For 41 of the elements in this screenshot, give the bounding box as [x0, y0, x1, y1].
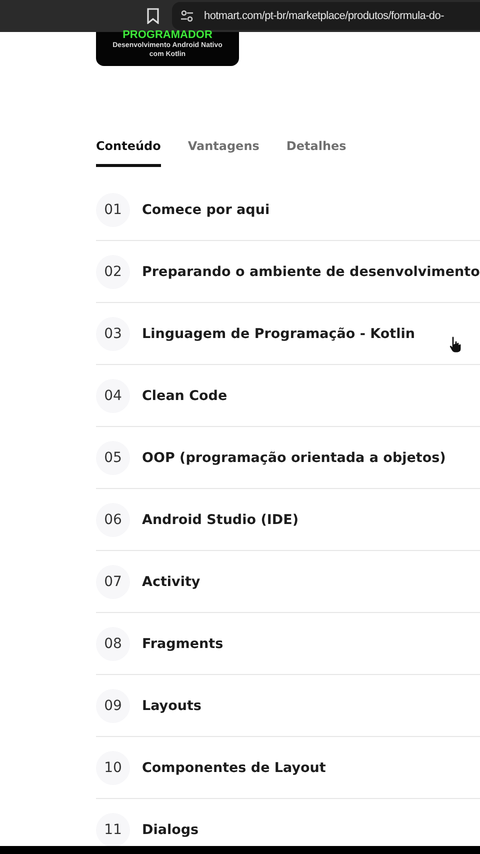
url-text: hotmart.com/pt-br/marketplace/produtos/formula-do- — [204, 10, 444, 22]
tab[interactable]: Detalhes — [286, 139, 346, 167]
module-title: Clean Code — [142, 388, 228, 404]
module-title: Layouts — [142, 698, 202, 714]
address-bar[interactable]: hotmart.com/pt-br/marketplace/produtos/formula-do- — [172, 2, 480, 30]
module-row[interactable]: 06 Android Studio (IDE) — [96, 489, 480, 551]
module-number: 06 — [96, 502, 130, 536]
module-title: Componentes de Layout — [142, 760, 326, 776]
module-row[interactable]: 03 Linguagem de Programação - Kotlin — [96, 303, 480, 365]
thumbnail-title: PROGRAMADOR — [122, 30, 212, 41]
module-row[interactable]: 05 OOP (programação orientada a objetos) — [96, 427, 480, 489]
module-number: 01 — [96, 192, 130, 226]
module-title: Activity — [142, 574, 200, 590]
tab[interactable]: Vantagens — [188, 139, 260, 167]
module-title: OOP (programação orientada a objetos) — [142, 450, 446, 466]
module-number: 08 — [96, 626, 130, 660]
module-row[interactable]: 02 Preparando o ambiente de desenvolvimento — [96, 241, 480, 303]
module-title: Comece por aqui — [142, 202, 270, 218]
hand-cursor-icon — [449, 336, 462, 353]
module-number: 11 — [96, 812, 130, 846]
module-row[interactable]: 07 Activity — [96, 551, 480, 613]
module-number: 09 — [96, 688, 130, 722]
module-number: 04 — [96, 378, 130, 412]
module-row[interactable]: 10 Componentes de Layout — [96, 737, 480, 799]
module-number: 02 — [96, 254, 130, 288]
module-number: 05 — [96, 440, 130, 474]
tab[interactable]: Conteúdo — [96, 139, 161, 167]
module-row[interactable]: 09 Layouts — [96, 675, 480, 737]
module-title: Preparando o ambiente de desenvolvimento — [142, 264, 480, 280]
module-row[interactable]: 01 Comece por aqui — [96, 179, 480, 241]
module-title: Android Studio (IDE) — [142, 512, 298, 528]
module-title: Linguagem de Programação - Kotlin — [142, 326, 415, 342]
module-number: 10 — [96, 750, 130, 784]
module-title: Dialogs — [142, 822, 199, 838]
module-number: 03 — [96, 316, 130, 350]
module-number: 07 — [96, 564, 130, 598]
site-settings-icon[interactable] — [180, 9, 194, 23]
module-row[interactable]: 04 Clean Code — [96, 365, 480, 427]
module-row[interactable]: 08 Fragments — [96, 613, 480, 675]
module-title: Fragments — [142, 636, 224, 652]
bookmark-icon[interactable] — [146, 8, 160, 24]
